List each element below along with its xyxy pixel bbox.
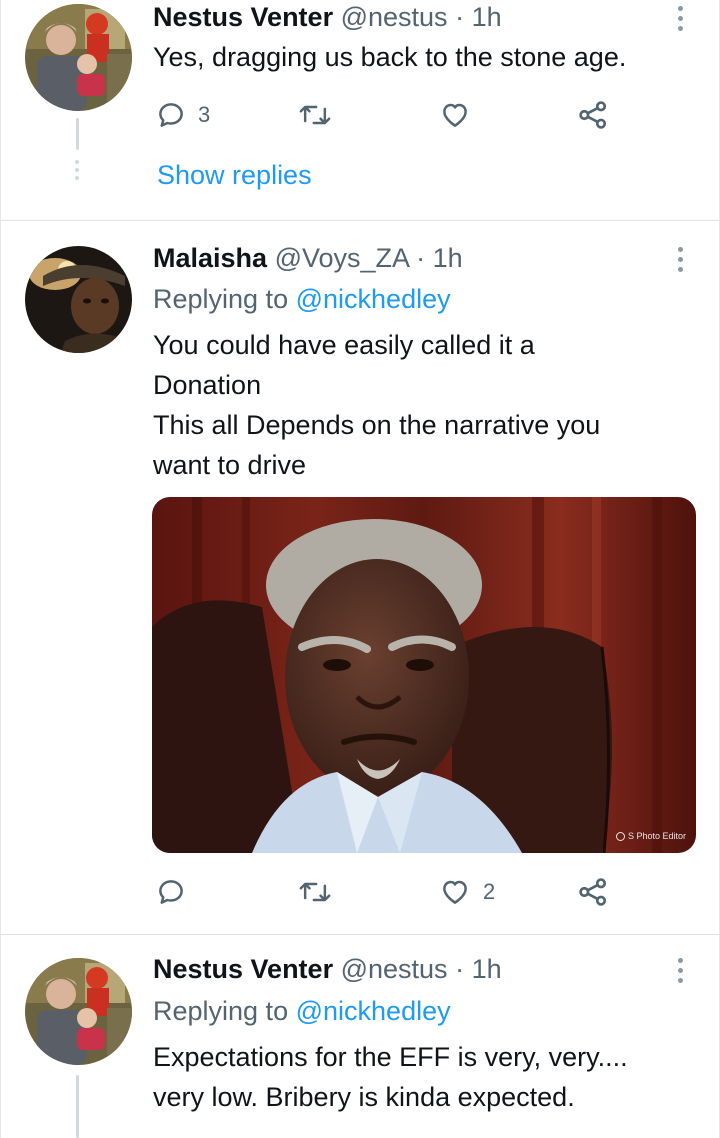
share-button[interactable] [577,95,609,135]
reply-icon [159,103,183,127]
thread-dots [74,160,80,180]
reply-button[interactable]: 3 [156,95,210,135]
tweet-text: Yes, dragging us back to the stone age. [153,37,693,77]
tweet-divider [0,220,720,221]
show-replies-link[interactable]: Show replies [157,158,312,192]
more-options-icon[interactable] [672,6,688,31]
like-icon [443,880,467,904]
retweet-button[interactable] [299,872,331,912]
tweet-text: You could have easily called it a Donati… [153,325,693,485]
like-icon [443,103,467,127]
reply-count: 3 [198,102,211,127]
replying-to-label: Replying to [153,284,289,314]
tweet-text-line: want to drive [153,450,307,480]
separator: · [416,243,426,273]
separator: · [455,954,465,984]
share-icon [579,101,607,129]
separator: · [455,2,465,32]
retweet-button[interactable] [299,95,331,135]
replying-to-mention[interactable]: @nickhedley [296,996,451,1026]
more-options-icon[interactable] [672,958,688,983]
user-handle[interactable]: @nestus [341,2,448,32]
display-name[interactable]: Nestus Venter [153,2,333,32]
tweet-text-line: Donation [153,370,262,400]
reply-icon [159,880,183,904]
replying-to: Replying to @nickhedley [153,994,451,1028]
tweet-divider [0,934,720,935]
tweet-text-line: Yes, dragging us back to the stone age. [153,42,627,72]
tweet-text: Expectations for the EFF is very, very..… [153,1037,693,1117]
timestamp[interactable]: 1h [433,243,463,273]
reply-button[interactable] [156,872,186,912]
display-name[interactable]: Malaisha [153,243,267,273]
retweet-icon [299,105,331,125]
tweet-header: Nestus Venter @nestus · 1h [153,0,502,34]
retweet-icon [299,882,331,902]
tweet-text-line: Expectations for the EFF is very, very..… [153,1042,628,1072]
timestamp[interactable]: 1h [472,2,502,32]
tweet-text-line: You could have easily called it a [153,330,535,360]
avatar-nestus-venter[interactable] [25,958,132,1065]
user-handle[interactable]: @nestus [341,954,448,984]
replying-to: Replying to @nickhedley [153,282,451,316]
avatar-nestus-venter[interactable] [25,4,132,111]
replying-to-mention[interactable]: @nickhedley [296,284,451,314]
tweet-text-line: This all Depends on the narrative you [153,410,601,440]
share-button[interactable] [577,872,609,912]
like-button[interactable] [439,95,471,135]
camera-icon [615,831,625,841]
avatar-malaisha[interactable] [25,246,132,353]
tweet-image[interactable]: S Photo Editor [152,497,696,853]
tweet-header: Nestus Venter @nestus · 1h [153,952,502,986]
tweet-header: Malaisha @Voys_ZA · 1h [153,241,463,275]
display-name[interactable]: Nestus Venter [153,954,333,984]
user-handle[interactable]: @Voys_ZA [275,243,409,273]
like-count: 2 [483,879,496,904]
timestamp[interactable]: 1h [472,954,502,984]
tweet-actions: 3 [153,95,623,135]
thread-line [76,1075,79,1138]
like-button[interactable]: 2 [439,872,495,912]
replying-to-label: Replying to [153,996,289,1026]
tweet-text-line: very low. Bribery is kinda expected. [153,1082,575,1112]
thread-line [76,118,79,150]
more-options-icon[interactable] [672,247,688,272]
image-watermark: S Photo Editor [615,831,686,841]
share-icon [579,878,607,906]
tweet-actions: 2 [153,872,623,912]
watermark-text: S Photo Editor [627,831,686,841]
timeline-border-left [0,0,1,1138]
